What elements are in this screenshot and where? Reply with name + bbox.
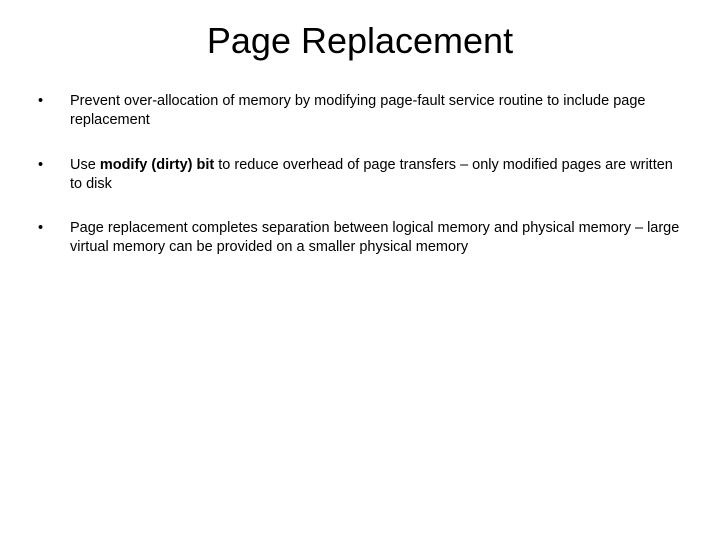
bullet-text-bold: modify (dirty) bit [100, 157, 214, 173]
bullet-text: Page replacement completes separation be… [70, 219, 684, 257]
bullet-item: • Use modify (dirty) bit to reduce overh… [36, 156, 684, 194]
bullet-text: Prevent over-allocation of memory by mod… [70, 92, 684, 130]
slide-title: Page Replacement [0, 0, 720, 92]
bullet-text-pre: Prevent over-allocation of memory by mod… [70, 93, 645, 128]
slide-body: • Prevent over-allocation of memory by m… [0, 92, 720, 257]
bullet-text: Use modify (dirty) bit to reduce overhea… [70, 156, 684, 194]
bullet-glyph-icon: • [36, 92, 70, 111]
bullet-glyph-icon: • [36, 219, 70, 238]
bullet-text-pre: Page replacement completes separation be… [70, 220, 679, 255]
slide: Page Replacement • Prevent over-allocati… [0, 0, 720, 540]
bullet-text-pre: Use [70, 157, 100, 173]
bullet-item: • Page replacement completes separation … [36, 219, 684, 257]
bullet-glyph-icon: • [36, 156, 70, 175]
bullet-item: • Prevent over-allocation of memory by m… [36, 92, 684, 130]
